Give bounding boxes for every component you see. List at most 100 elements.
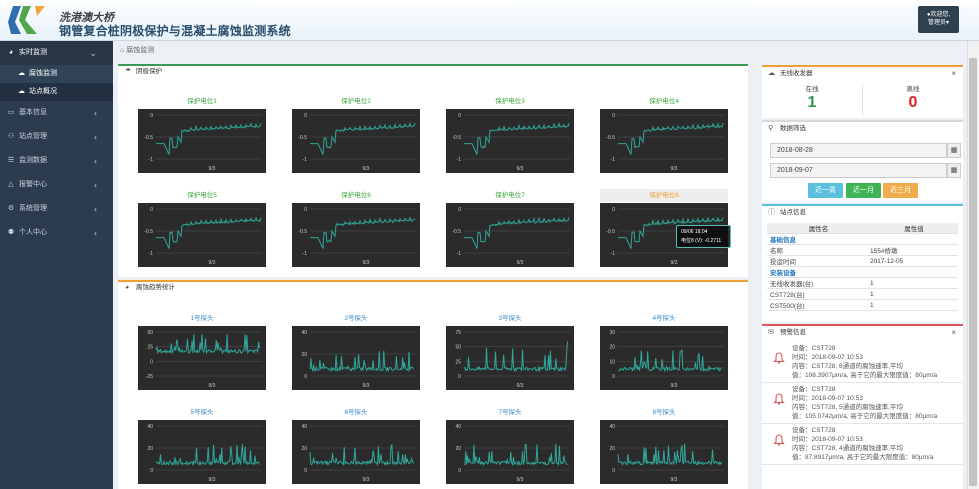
scrollbar-thumb[interactable] [969,58,977,486]
potential-chart[interactable]: 0 -0.5 -1 9/3 [292,109,420,173]
probe-chart[interactable]: 40 20 0 9/3 [292,326,420,390]
user-menu-button[interactable]: ●欢迎您, 管理员▾ [918,6,959,33]
alarm-item[interactable]: 设备：CST728 时间：2018-09-07 10:53 内容：CST728, 6… [762,342,963,383]
chart-canvas: 0 -0.5 -1 9/3 [144,113,262,172]
potential-chart[interactable]: 0 -0.5 -1 9/3 [446,203,574,267]
sidebar-item-3[interactable]: ☰ 监测数据 ‹ [0,149,113,173]
sidebar-subitem-label: 站点概况 [29,88,57,95]
probe-chart[interactable]: 30 20 10 0 9/3 [600,326,728,390]
chart-title: 2号探头 [344,315,368,322]
section-label: 安装设备 [767,266,958,278]
panel-title: 数据筛选 [780,125,806,132]
y-tick-label: 0 [150,113,153,119]
chart-canvas: 0 -0.5 -1 9/3 [606,113,724,172]
alarm-device: 设备：CST728 [792,345,836,352]
y-tick-label: 20 [301,352,307,358]
alarm-item[interactable]: 设备：CST728 时间：2018-09-07 10:53 内容：CST728, 5… [762,383,963,424]
y-tick-label: -1 [149,251,154,257]
x-tick-label: 9/3 [209,383,216,389]
alarm-item[interactable]: 设备：CST728 时间：2018-09-07 10:53 内容：CST728, 4… [762,424,963,465]
chart-title: 保护电位2 [341,98,371,105]
potential-chart[interactable]: 0 -0.5 -1 9/3 [446,109,574,173]
potential-chart[interactable]: 0 -0.5 -1 9/3 [600,109,728,173]
y-tick-label: 0 [150,359,153,365]
last-week-button[interactable]: 近一周 [808,183,843,198]
close-icon[interactable]: × [951,67,956,81]
sidebar-item-1[interactable]: ▭ 基本信息 ‹ [0,101,113,125]
sidebar-item-4[interactable]: △ 报警中心 ‹ [0,173,113,197]
cloud-icon: ☁ [18,88,25,95]
chart-title: 保护电位8 [600,189,728,202]
attr-value: 2017-12-05 [867,255,958,267]
potential-chart[interactable]: 0 -0.5 -1 9/3 [138,203,266,267]
panel-header: ✉ 预警信息 × [762,326,963,340]
chart-title: 保护电位7 [495,192,525,199]
end-date-input[interactable]: 2018-09-07 [770,163,947,178]
calendar-icon[interactable]: ▦ [947,163,961,178]
probe-chart[interactable]: 40 20 0 9/3 [292,420,420,484]
panel-title: 站点信息 [780,209,806,216]
panel-header: ⓘ 站点信息 [762,206,963,220]
y-tick-label: -0.5 [144,135,153,141]
probe-chart[interactable]: 50 25 0 -25 9/3 [138,326,266,390]
chart-title: 7号探头 [498,409,522,416]
panel-title: 腐蚀趋势统计 [136,284,175,291]
start-date-input[interactable]: 2018-08-28 [770,143,947,158]
last-quarter-button[interactable]: 近三月 [883,183,918,198]
attr-name: 无线收发器(台) [767,277,867,289]
sidebar-subitem-0[interactable]: ☁ 腐蚀监测 [0,65,113,83]
potential-chart[interactable]: 0 -0.5 -1 9/3 [138,109,266,173]
chevron-left-icon: ‹ [94,204,97,214]
series-line [310,121,416,155]
potential-chart[interactable]: 0 -0.5 -1 9/3 [292,203,420,267]
probe-chart[interactable]: 75 50 25 0 9/3 [446,326,574,390]
sidebar-item-6[interactable]: ⚉ 个人中心 ‹ [0,221,113,245]
y-tick-label: 40 [301,424,307,430]
calendar-icon[interactable]: ▦ [947,143,961,158]
x-tick-label: 9/3 [363,383,370,389]
breadcrumb-current: 腐蚀监测 [126,47,155,54]
table-row: CST500(台) 1 [767,299,958,311]
panel-title: 无线收发器 [780,70,813,77]
alarm-time: 时间：2018-09-07 10:53 [792,436,863,443]
last-month-button[interactable]: 近一月 [846,183,881,198]
sidebar-item-0[interactable]: ◕ 实时监测 ⌄ [0,41,113,65]
sidebar-subitem-1[interactable]: ☁ 站点概况 [0,83,113,101]
sidebar-item-label: 系统管理 [19,205,47,212]
chart-canvas: 0 -0.5 -1 9/3 [298,207,416,266]
table-row: CST728(台) 1 [767,288,958,300]
close-icon[interactable]: × [951,326,956,340]
probe-chart[interactable]: 40 20 0 9/3 [600,420,728,484]
y-tick-label: 0 [304,207,307,213]
chart-title: 保护电位3 [495,98,525,105]
online-count: 1 [807,94,817,111]
chart-tooltip: 09/06 18:04 电位8 (V): -0.2711 [676,225,731,248]
probe-chart[interactable]: 40 20 0 9/3 [138,420,266,484]
series-line [617,443,722,466]
series-line [156,122,262,155]
y-tick-label: 40 [301,330,307,336]
y-tick-label: 40 [455,424,461,430]
sidebar-item-2[interactable]: ⚇ 站点管理 ‹ [0,125,113,149]
probe-chart[interactable]: 40 20 0 9/3 [446,420,574,484]
alarm-time: 时间：2018-09-07 10:53 [792,354,863,361]
attr-value: 1 [867,299,958,311]
bullhorn-icon: ✉ [768,329,774,336]
x-tick-label: 9/3 [209,477,216,483]
column-header: 属性值 [867,223,958,234]
y-tick-label: 20 [147,446,153,452]
y-tick-label: -0.5 [452,135,461,141]
chevron-left-icon: ‹ [94,132,97,142]
y-tick-label: 20 [301,446,307,452]
sidebar-item-5[interactable]: ⚙ 系统管理 ‹ [0,197,113,221]
y-tick-label: -0.5 [452,229,461,235]
columns-icon: ☰ [7,157,15,164]
x-tick-label: 9/3 [363,477,370,483]
attr-name: 投运时间 [767,255,867,267]
chevron-left-icon: ‹ [94,156,97,166]
y-tick-label: 0 [150,468,153,474]
globe-icon: ◕ [8,49,14,56]
y-tick-label: -0.5 [298,135,307,141]
laptop-icon: ▭ [7,109,15,116]
y-tick-label: 0 [304,113,307,119]
